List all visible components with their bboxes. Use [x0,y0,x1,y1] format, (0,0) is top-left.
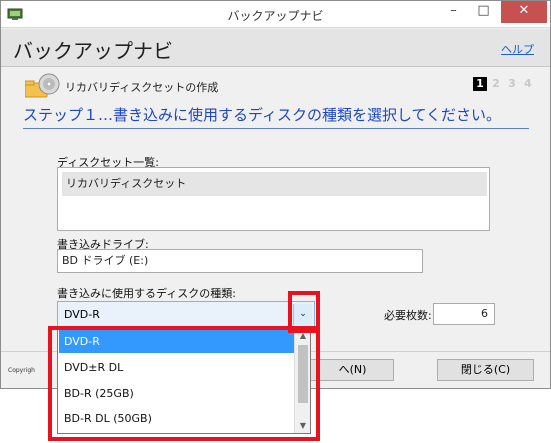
step-2-indicator: 2 [489,77,503,91]
window-title: バックアップナビ [227,9,324,23]
required-count-field: 6 [433,303,495,325]
required-count-label: 必要枚数: [384,309,432,322]
next-button-label: へ(N) [338,363,367,376]
maximize-button[interactable]: □ [470,1,497,23]
disc-type-label: 書き込みに使用するディスクの種類: [57,287,236,300]
disc-type-select[interactable]: DVD-R ⌄ [57,301,315,328]
step-1-indicator: 1 [473,77,487,91]
help-link[interactable]: ヘルプ [501,41,534,57]
step-heading: ステップ１…書き込みに使用するディスクの種類を選択してください。 [23,106,502,124]
disc-type-selected-value: DVD-R [64,308,100,321]
annotation-highlight-list [48,326,320,441]
copyright-text: Copyrigh [8,367,35,374]
app-header: バックアップナビ ヘルプ [1,29,550,67]
step-indicator: 1 2 3 4 [473,77,535,91]
diskset-list[interactable]: リカバリディスクセット [57,167,490,231]
disc-folder-icon [24,73,61,99]
app-title: バックアップナビ [13,39,173,63]
heading-divider [23,128,529,129]
close-window-button[interactable]: ✕ [501,1,547,23]
step-3-indicator: 3 [505,77,519,91]
diskset-list-item[interactable]: リカバリディスクセット [62,172,487,196]
section-title: リカバリディスクセットの作成 [65,81,219,94]
minimize-button[interactable]: – [440,1,467,23]
drive-field: BD ドライブ (E:) [57,249,423,273]
close-button[interactable]: 閉じる(C) [437,359,534,381]
title-bar: バックアップナビ – □ ✕ [1,1,550,28]
step-4-indicator: 4 [521,77,535,91]
